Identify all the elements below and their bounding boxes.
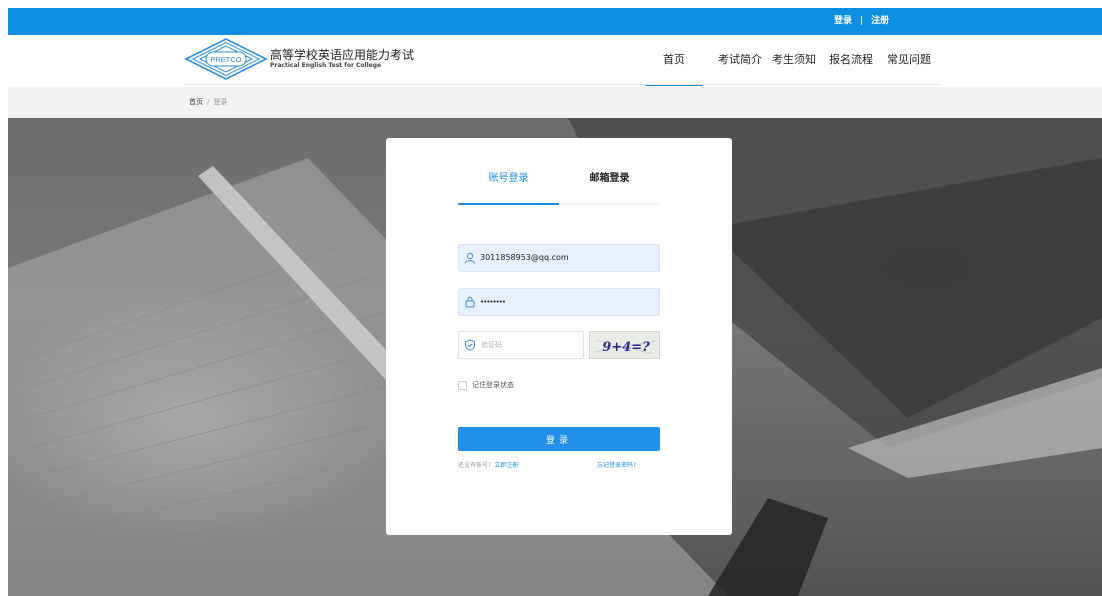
nav-item-faq[interactable]: 常见问题 xyxy=(882,35,936,84)
nav-item-process[interactable]: 报名流程 xyxy=(826,35,876,84)
password-input-value[interactable]: •••••••• xyxy=(480,289,506,315)
account-input-value[interactable]: 3011858953@qq.com xyxy=(480,245,569,271)
remember-checkbox[interactable] xyxy=(458,381,467,390)
site-logo[interactable]: PRETCO 高等学校英语应用能力考试 Practical English Te… xyxy=(184,35,414,85)
breadcrumb: 首页 / 登录 xyxy=(8,87,1102,118)
top-register-link[interactable]: 注册 xyxy=(871,8,889,35)
register-now-link[interactable]: 立即注册 xyxy=(494,462,518,469)
captcha-text: 9+4=? xyxy=(602,340,650,355)
top-login-link[interactable]: 登录 xyxy=(834,8,852,35)
site-header: PRETCO 高等学校英语应用能力考试 Practical English Te… xyxy=(8,35,1102,86)
pretco-logo-icon: PRETCO xyxy=(184,38,268,80)
account-field[interactable]: 3011858953@qq.com xyxy=(458,244,660,272)
captcha-image[interactable]: 9+4=? xyxy=(589,331,660,359)
nav-item-home[interactable]: 首页 xyxy=(645,35,703,86)
captcha-graphic: 9+4=? xyxy=(593,339,657,355)
captcha-placeholder: 验证码 xyxy=(481,341,502,349)
tab-email-login[interactable]: 邮箱登录 xyxy=(559,170,660,204)
lock-icon xyxy=(465,296,475,308)
login-tabs: 账号登录 邮箱登录 xyxy=(458,170,660,206)
breadcrumb-separator: / xyxy=(207,98,210,106)
top-bar: 登录 | 注册 xyxy=(8,8,1102,35)
header-divider xyxy=(184,84,941,85)
captcha-field[interactable]: 验证码 xyxy=(458,331,584,359)
tab-account-login[interactable]: 账号登录 xyxy=(458,170,559,204)
login-card: 账号登录 邮箱登录 3011858953@qq.com •••••••• 验证码… xyxy=(386,138,732,535)
site-title: 高等学校英语应用能力考试 xyxy=(270,48,415,62)
site-subtitle: Practical English Test for College xyxy=(270,62,382,69)
forgot-password-link[interactable]: 忘记登录密码? xyxy=(597,461,636,471)
no-account-text: 还没有账号? xyxy=(458,462,492,469)
password-field[interactable]: •••••••• xyxy=(458,288,660,316)
shield-check-icon xyxy=(465,339,475,351)
register-prompt: 还没有账号? 立即注册 xyxy=(458,461,518,471)
login-button[interactable]: 登录 xyxy=(458,427,660,451)
tab-underline xyxy=(458,203,660,205)
remember-label: 记住登录状态 xyxy=(472,381,514,389)
tab-active-indicator xyxy=(458,203,559,205)
breadcrumb-home-link[interactable]: 首页 xyxy=(189,98,203,106)
user-icon xyxy=(464,252,476,264)
top-links-separator: | xyxy=(860,16,864,26)
nav-item-notice[interactable]: 考生须知 xyxy=(769,35,819,84)
nav-item-intro[interactable]: 考试简介 xyxy=(715,35,765,84)
breadcrumb-current: 登录 xyxy=(213,98,228,106)
top-auth-links: 登录 | 注册 xyxy=(834,8,889,35)
logo-badge-text: PRETCO xyxy=(210,55,241,64)
